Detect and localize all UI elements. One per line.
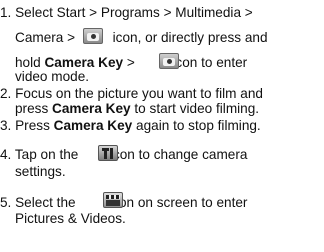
film-clapper-icon xyxy=(103,192,123,208)
step-1-line-2: Camera > icon, or directly press and xyxy=(15,30,268,45)
step-1-line-4: video mode. xyxy=(15,69,90,84)
step-1-text: > xyxy=(126,55,135,70)
step-4-line-2: settings. xyxy=(15,164,66,179)
camera-key-label: Camera Key xyxy=(53,118,133,133)
step-4-text: 4. Tap on the xyxy=(0,147,79,162)
camera-key-label: Camera Key xyxy=(52,101,131,116)
step-1-text: hold xyxy=(15,55,41,70)
step-4-text: icon to change camera xyxy=(109,147,248,162)
step-5-line-2: Pictures & Videos. xyxy=(15,211,126,226)
step-3-text: again to stop filming. xyxy=(136,118,261,133)
step-5-text: 5. Select the xyxy=(0,195,76,210)
step-2-text: to start video filming. xyxy=(134,101,260,116)
step-3-text: 3. Press xyxy=(0,118,50,133)
step-4-line-1: 4. Tap on the icon to change camera xyxy=(0,147,247,162)
step-1-text: icon to enter xyxy=(172,55,248,70)
tools-icon xyxy=(98,145,118,161)
step-1-line-1: 1. Select Start > Programs > Multimedia … xyxy=(0,5,253,20)
step-1-line-3: hold Camera Key > icon to enter xyxy=(15,55,247,70)
step-2-line-2: press Camera Key to start video filming. xyxy=(15,101,259,116)
step-5-text: icon on screen to enter xyxy=(109,195,248,210)
camera-key-label: Camera Key xyxy=(44,55,124,70)
step-3-line-1: 3. Press Camera Key again to stop filmin… xyxy=(0,118,261,133)
step-2-text: press xyxy=(15,101,49,116)
step-2-line-1: 2. Focus on the picture you want to film… xyxy=(0,86,263,101)
camera-icon xyxy=(159,53,179,69)
camera-icon xyxy=(83,28,103,44)
step-5-line-1: 5. Select the icon on screen to enter xyxy=(0,195,247,210)
step-1-text: Camera > xyxy=(15,30,76,45)
step-1-text: icon, or directly press and xyxy=(112,30,268,45)
